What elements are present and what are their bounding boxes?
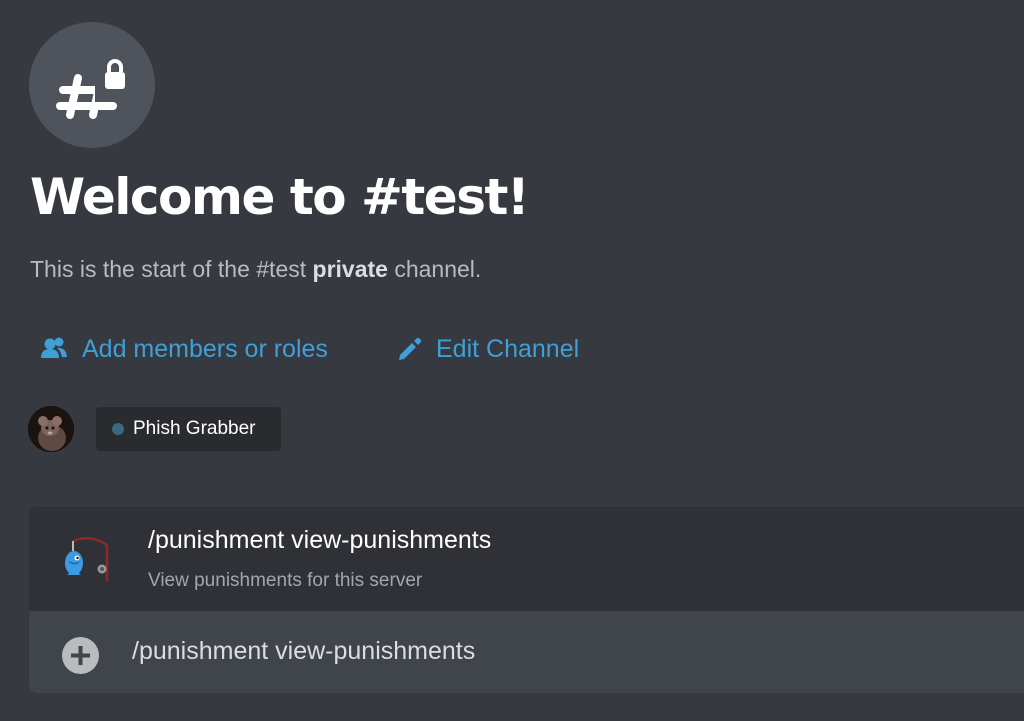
plus-circle-icon bbox=[71, 646, 90, 665]
edit-channel-label: Edit Channel bbox=[436, 334, 580, 363]
welcome-subtitle: This is the start of the #test private c… bbox=[30, 256, 481, 283]
edit-channel-button[interactable]: Edit Channel bbox=[396, 332, 579, 366]
pencil-icon bbox=[399, 337, 422, 360]
welcome-title: Welcome to #test! bbox=[30, 168, 530, 226]
add-members-button[interactable]: Add members or roles bbox=[40, 332, 328, 366]
message-input-text[interactable]: /punishment view-punishments bbox=[132, 637, 475, 666]
hashtag-lock-icon bbox=[56, 59, 131, 119]
status-indicator bbox=[112, 423, 124, 435]
member-name: Phish Grabber bbox=[133, 418, 256, 439]
subtitle-prefix: This is the start of the #test bbox=[30, 256, 313, 282]
command-description: View punishments for this server bbox=[148, 570, 423, 591]
member-tag[interactable]: Phish Grabber bbox=[96, 407, 281, 451]
add-members-label: Add members or roles bbox=[82, 334, 328, 363]
message-input[interactable]: /punishment view-punishments bbox=[29, 611, 1024, 693]
command-autocomplete: /punishment view-punishments View punish… bbox=[29, 507, 1024, 693]
rat-avatar-image bbox=[28, 406, 74, 452]
avatar[interactable] bbox=[28, 406, 74, 452]
fishing-bot-icon bbox=[65, 537, 109, 581]
command-name: /punishment view-punishments bbox=[148, 526, 492, 554]
subtitle-bold: private bbox=[312, 256, 388, 282]
command-suggestion[interactable]: /punishment view-punishments View punish… bbox=[29, 507, 1024, 610]
add-members-icon bbox=[41, 337, 67, 358]
attach-button[interactable] bbox=[62, 637, 99, 674]
subtitle-suffix: channel. bbox=[387, 256, 482, 282]
channel-icon bbox=[29, 22, 155, 148]
